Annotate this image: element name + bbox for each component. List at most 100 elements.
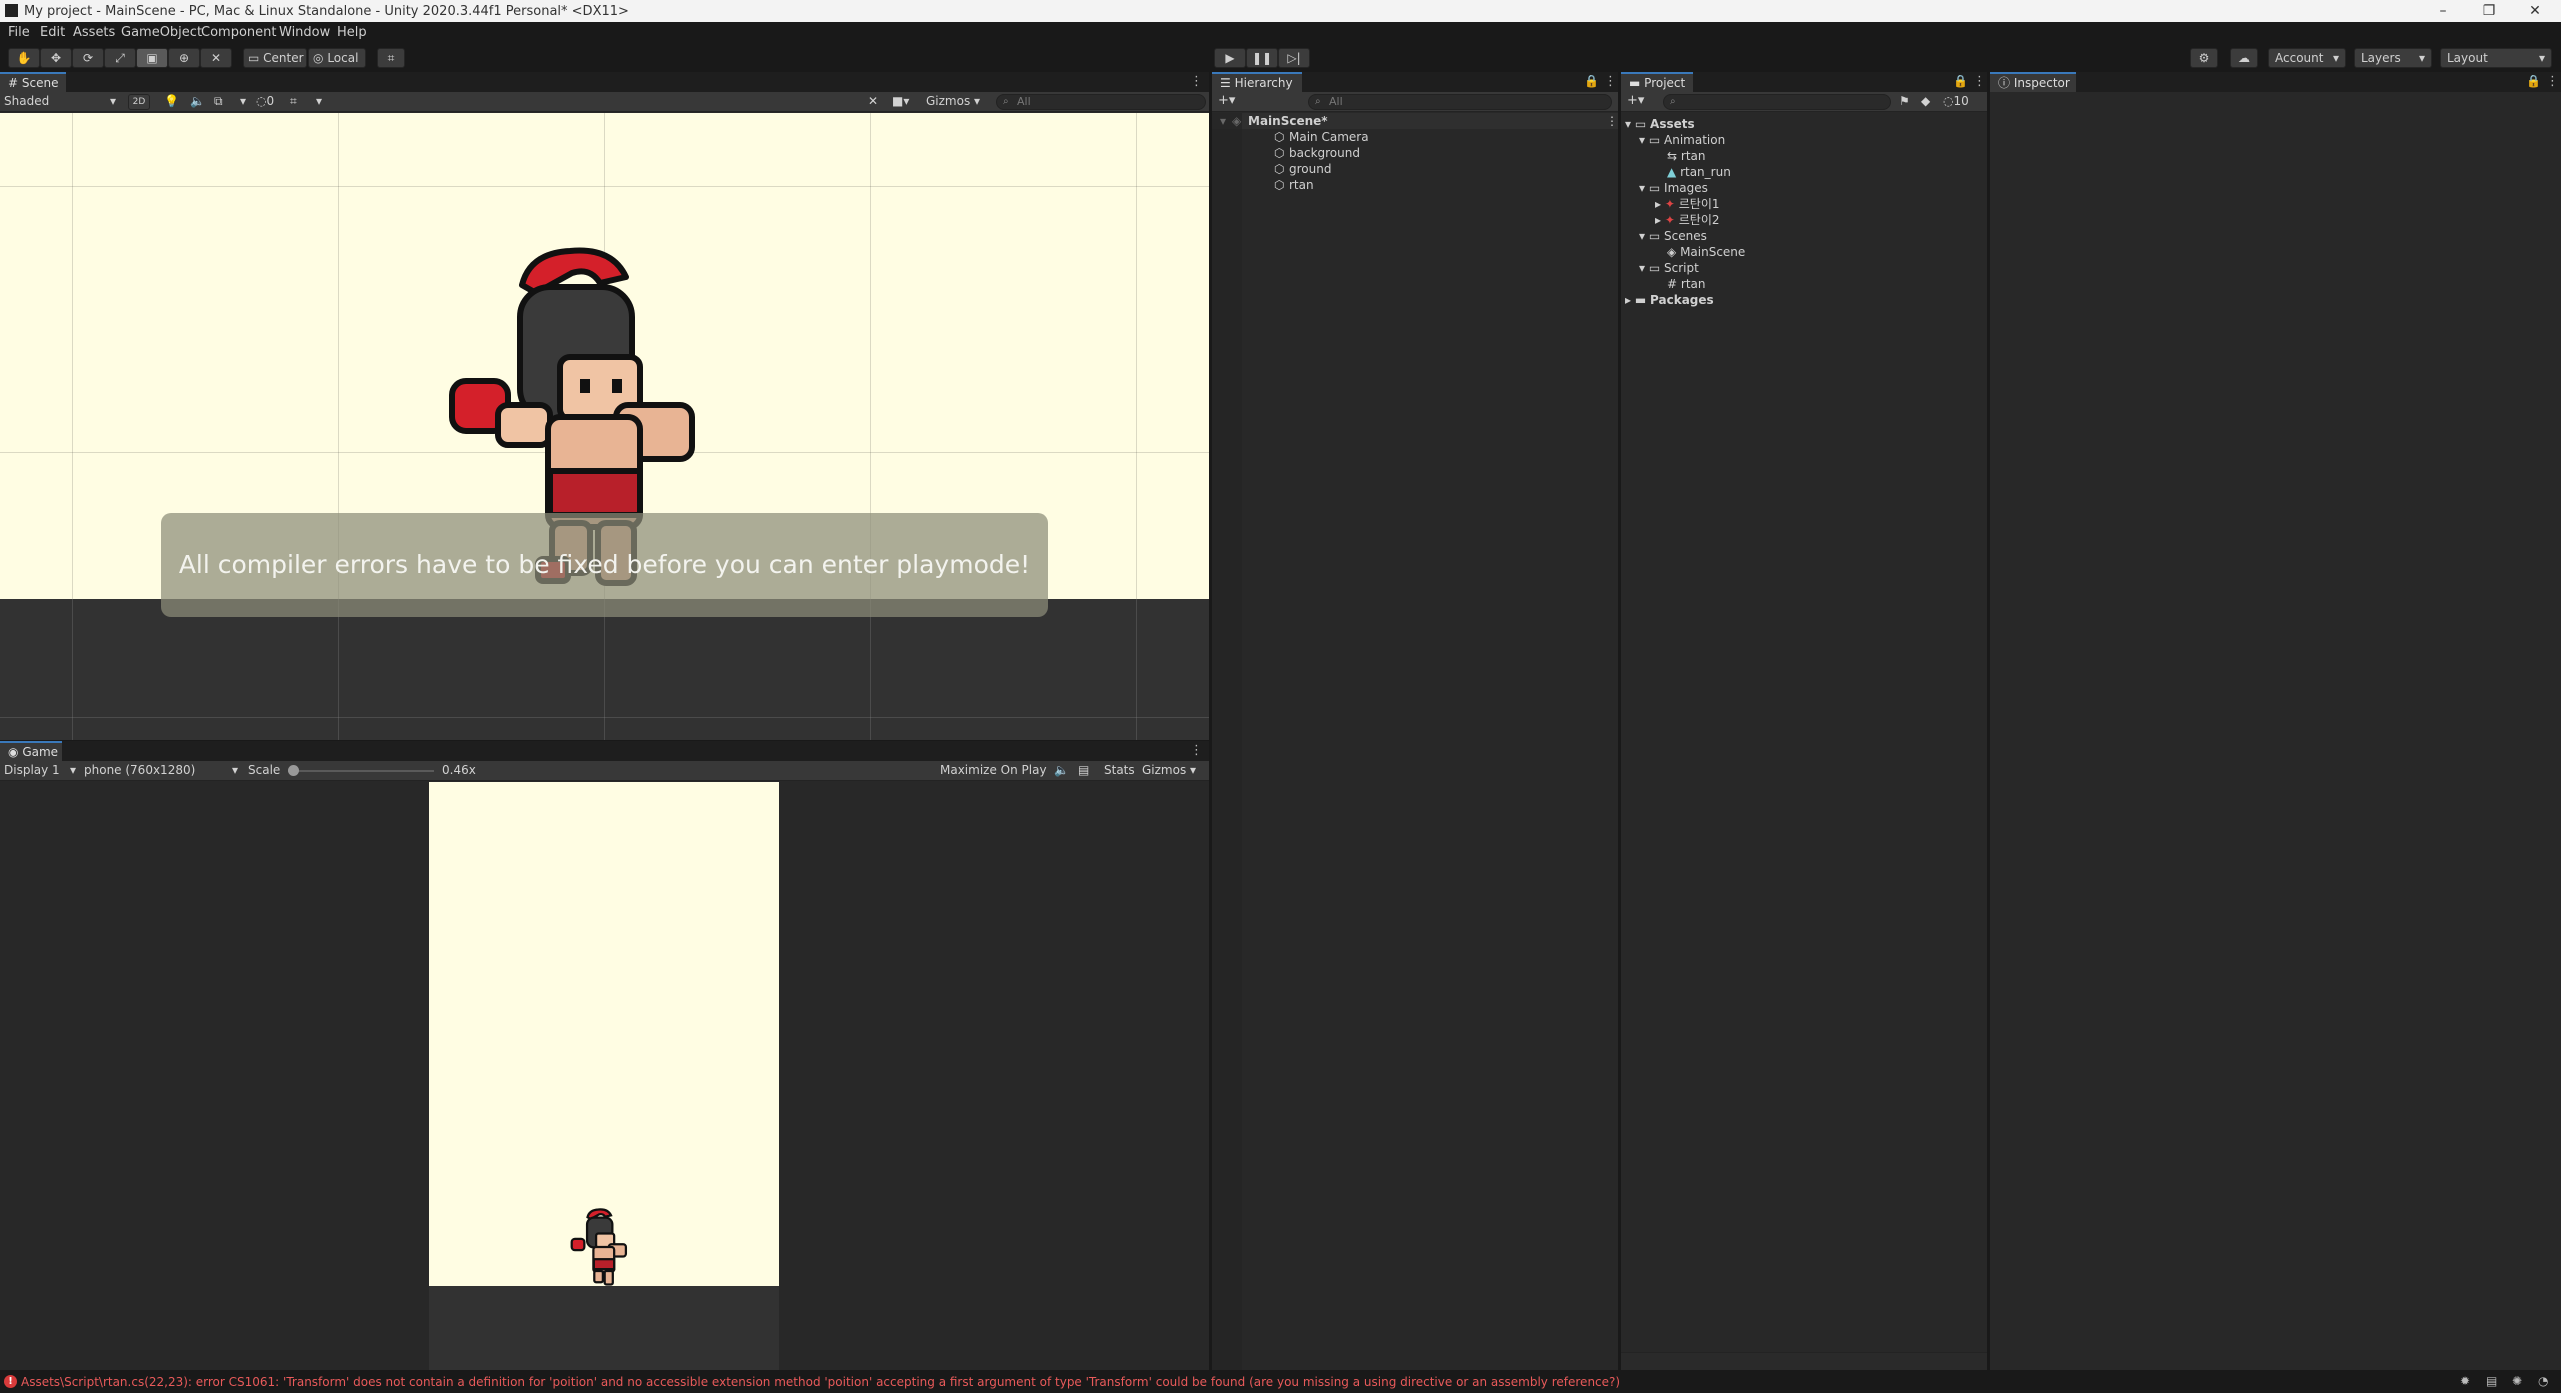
maximize-on-play-toggle[interactable]: Maximize On Play	[940, 763, 1047, 778]
asset-mainscene[interactable]: ◈ MainScene	[1667, 244, 1745, 260]
project-tab-bar: ▬ Project 🔒 ⋮	[1621, 72, 1987, 92]
cloud-icon[interactable]: ☁	[2230, 48, 2258, 68]
menu-file[interactable]: File	[8, 25, 30, 40]
folder-scenes[interactable]: ▾ ▭ Scenes	[1639, 228, 1707, 244]
filter-type-icon[interactable]: ⚑	[1899, 94, 1910, 108]
rotate-tool-icon[interactable]: ⟳	[72, 48, 104, 68]
stats-toggle[interactable]: Stats	[1104, 763, 1135, 778]
menu-assets[interactable]: Assets	[73, 25, 115, 40]
pivot-center-button[interactable]: ▭ Center	[243, 48, 307, 68]
asset-rtan-run-clip[interactable]: ▲ rtan_run	[1667, 164, 1731, 180]
row-menu-icon[interactable]: ⋮	[1606, 113, 1618, 129]
display-dropdown[interactable]: Display 1 ▾	[4, 763, 78, 778]
snap-grid-icon[interactable]: ⌗	[377, 48, 405, 68]
resolution-dropdown[interactable]: phone (760x1280) ▾	[84, 763, 240, 778]
transform-tool-icon[interactable]: ⊕	[168, 48, 200, 68]
hierarchy-item-ground[interactable]: ⬡ ground	[1212, 161, 1618, 177]
tab-inspector[interactable]: ⓘ Inspector	[1990, 72, 2076, 92]
scene-viewport[interactable]: All compiler errors have to be fixed bef…	[0, 113, 1209, 740]
game-view[interactable]	[0, 782, 1209, 1370]
mute-audio-icon[interactable]: 🔈	[1054, 763, 1069, 777]
hierarchy-item-background[interactable]: ⬡ background	[1212, 145, 1618, 161]
project-search-input[interactable]: ⌕	[1663, 94, 1891, 110]
hierarchy-search-input[interactable]: ⌕ All	[1308, 94, 1612, 110]
menu-gameobject[interactable]: GameObject	[121, 25, 202, 40]
collab-icon[interactable]: ⚙	[2190, 48, 2218, 68]
asset-image-2[interactable]: ▸ ✦ 르탄이2	[1655, 212, 1720, 228]
panel-menu-icon[interactable]: ⋮	[1190, 743, 1203, 758]
bug-report-icon[interactable]: ✹	[2460, 1374, 2470, 1388]
gizmos-dropdown[interactable]: Gizmos ▾	[926, 94, 980, 108]
folder-assets[interactable]: ▾ ▭ Assets	[1625, 116, 1695, 132]
camera-icon[interactable]: ■▾	[892, 94, 909, 108]
stats-grid-icon[interactable]: ▤	[1078, 763, 1089, 777]
grid-toggle-icon[interactable]: ⌗	[290, 94, 297, 109]
create-plus-icon[interactable]: +▾	[1218, 93, 1235, 108]
rect-tool-icon[interactable]: ▣	[136, 48, 168, 68]
folder-images[interactable]: ▾ ▭ Images	[1639, 180, 1708, 196]
account-dropdown[interactable]: Account ▾	[2268, 48, 2346, 68]
hidden-objects-toggle[interactable]: ◌0	[256, 94, 274, 108]
panel-menu-icon[interactable]: ⋮	[2546, 74, 2559, 89]
tab-game[interactable]: ◉ Game	[0, 741, 62, 761]
effects-icon[interactable]: ⧉	[214, 94, 223, 109]
panel-menu-icon[interactable]: ⋮	[1190, 74, 1203, 89]
scale-slider-track[interactable]	[288, 765, 434, 776]
progress-icon[interactable]: ▤	[2486, 1374, 2497, 1388]
lock-icon[interactable]: 🔒	[1584, 74, 1599, 88]
tab-project[interactable]: ▬ Project	[1621, 72, 1693, 92]
restore-icon[interactable]: ❐	[2466, 0, 2512, 22]
tab-hierarchy[interactable]: ☰ Hierarchy	[1212, 72, 1302, 92]
console-error-message[interactable]: Assets\Script\rtan.cs(22,23): error CS10…	[21, 1375, 2441, 1390]
lighting-icon[interactable]: 💡	[164, 94, 179, 108]
asset-image-1[interactable]: ▸ ✦ 르탄이1	[1655, 196, 1720, 212]
hierarchy-item-main-camera[interactable]: ⬡ Main Camera	[1212, 129, 1618, 145]
move-tool-icon[interactable]: ✥	[40, 48, 72, 68]
close-icon[interactable]: ✕	[2512, 0, 2558, 22]
account-label: Account	[2275, 51, 2324, 65]
lock-icon[interactable]: 🔒	[1953, 74, 1968, 88]
folder-packages[interactable]: ▸ ▬ Packages	[1625, 292, 1714, 308]
pivot-local-button[interactable]: ◎ Local	[308, 48, 366, 68]
menu-component[interactable]: Component	[201, 25, 276, 40]
filter-label-icon[interactable]: ◆	[1921, 94, 1930, 108]
create-plus-icon[interactable]: +▾	[1627, 93, 1644, 108]
game-gizmos-dropdown[interactable]: Gizmos ▾	[1142, 763, 1196, 778]
2d-toggle-button[interactable]: 2D	[128, 94, 150, 110]
panel-menu-icon[interactable]: ⋮	[1973, 74, 1986, 89]
menu-window[interactable]: Window	[279, 25, 330, 40]
auto-refresh-icon[interactable]: ◔	[2538, 1374, 2548, 1388]
shading-mode-dropdown[interactable]: Shaded ▾	[4, 94, 118, 109]
tab-scene[interactable]: # Scene	[0, 72, 66, 92]
hidden-packages-toggle[interactable]: ◌10	[1943, 94, 1969, 108]
menu-help[interactable]: Help	[337, 25, 367, 40]
layers-dropdown[interactable]: Layers ▾	[2354, 48, 2432, 68]
audio-icon[interactable]: 🔈	[190, 94, 205, 108]
asset-rtan-controller[interactable]: ⇆ rtan	[1667, 148, 1706, 164]
panel-menu-icon[interactable]: ⋮	[1604, 74, 1617, 89]
pivot-icon: ▭	[248, 51, 260, 65]
asset-rtan-script[interactable]: # rtan	[1667, 276, 1706, 292]
hierarchy-item-label: rtan	[1289, 178, 1314, 192]
step-icon[interactable]: ▷|	[1278, 48, 1310, 68]
debug-mode-icon[interactable]: ✺	[2512, 1374, 2522, 1388]
layout-dropdown[interactable]: Layout ▾	[2440, 48, 2552, 68]
scale-tool-icon[interactable]: ⤢	[104, 48, 136, 68]
hand-tool-icon[interactable]: ✋	[8, 48, 40, 68]
hierarchy-item-rtan[interactable]: ⬡ rtan	[1212, 177, 1618, 193]
chevron-down-icon[interactable]: ▾	[240, 94, 246, 108]
scene-root-row[interactable]: ▾ ◈ MainScene* ⋮	[1212, 113, 1618, 129]
pause-icon[interactable]: ❚❚	[1246, 48, 1278, 68]
lock-icon[interactable]: 🔒	[2526, 74, 2541, 88]
scene-search-input[interactable]: ⌕ All	[996, 94, 1206, 110]
minimize-icon[interactable]: –	[2420, 0, 2466, 22]
custom-tool-icon[interactable]: ✕	[200, 48, 232, 68]
tools-icon[interactable]: ✕	[868, 94, 878, 108]
folder-script[interactable]: ▾ ▭ Script	[1639, 260, 1699, 276]
chevron-down-icon[interactable]: ▾	[316, 94, 322, 108]
play-icon[interactable]: ▶	[1214, 48, 1246, 68]
chevron-down-icon: ▾	[2332, 51, 2339, 65]
scale-slider-thumb[interactable]	[288, 765, 299, 776]
folder-animation[interactable]: ▾ ▭ Animation	[1639, 132, 1725, 148]
menu-edit[interactable]: Edit	[40, 25, 65, 40]
